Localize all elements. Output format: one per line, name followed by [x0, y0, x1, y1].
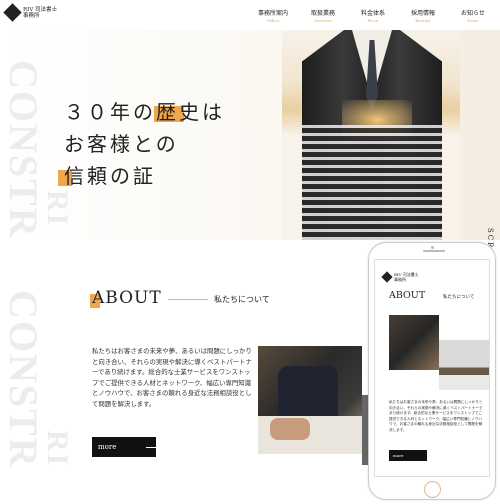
nav-item-recruit[interactable]: 採用情報 Recruit — [398, 8, 448, 23]
about-photo — [258, 346, 362, 454]
phone-photo-1 — [389, 315, 439, 370]
nav-label: 取扱業務 — [310, 10, 335, 17]
phone-logo-line-2: 事務所 — [394, 277, 406, 282]
logo-mark-icon — [3, 3, 22, 22]
phone-about-title-text: ABOUT — [389, 290, 426, 301]
phone-about-body: 私たちはお客さまの未来や夢、あるいは問題にしっかりと向き合い、それらの実現や解決… — [389, 400, 483, 432]
nav-label: お知らせ — [461, 10, 485, 17]
more-label: more — [98, 443, 117, 451]
headline-line-3: 信頼の証 — [64, 164, 156, 188]
nav-label: 料金体系 — [360, 10, 385, 17]
phone-about-title: ABOUT — [388, 290, 426, 301]
nav-item-services[interactable]: 取扱業務 Services — [298, 8, 348, 23]
nav-sublabel: Price — [367, 19, 379, 23]
about-title: ABOUT — [90, 288, 162, 308]
phone-camera-icon — [431, 246, 434, 249]
phone-speaker — [423, 250, 445, 252]
about-bg-word-2: RI — [41, 430, 74, 468]
phone-about-subtitle: 私たちについて — [443, 295, 475, 300]
phone-more-label: more — [393, 453, 404, 458]
nav-sublabel: Services — [314, 19, 332, 23]
about-more-button[interactable]: more — [92, 437, 166, 457]
arrow-right-icon — [146, 447, 166, 448]
nav-item-office[interactable]: 事務所案内 Office — [248, 8, 298, 23]
phone-mockup: RIV 司法書士 事務所 ABOUT 私たちについて 私たちはお客さまの未来や夢… — [368, 242, 496, 500]
hero-photo — [282, 30, 460, 240]
phone-screen: RIV 司法書士 事務所 ABOUT 私たちについて 私たちはお客さまの未来や夢… — [374, 259, 490, 477]
global-nav: 事務所案内 Office 取扱業務 Services 料金体系 Price 採用… — [248, 8, 498, 23]
about-body: 私たちはお客さまの未来や夢、あるいは問題にしっかりと向き合い、それらの実現や解決… — [92, 347, 252, 408]
nav-sublabel: Recruit — [415, 19, 431, 23]
hero-bg-word-2: RI — [41, 190, 74, 228]
nav-item-price[interactable]: 料金体系 Price — [348, 8, 398, 23]
site-logo[interactable]: RIV 司法書士 事務所 — [3, 3, 57, 22]
headline-line-1: ３０年の歴史は — [64, 100, 225, 124]
phone-photo-2 — [439, 340, 489, 390]
logo-mark-icon — [381, 271, 393, 283]
nav-sublabel: Office — [266, 19, 280, 23]
about-subtitle: 私たちについて — [214, 295, 270, 304]
phone-more-button[interactable]: more — [389, 450, 427, 461]
about-divider — [168, 299, 208, 300]
about-title-text: ABOUT — [92, 288, 162, 308]
nav-label: 採用情報 — [410, 10, 435, 17]
nav-label: 事務所案内 — [257, 10, 288, 17]
hero-headline: ３０年の歴史は お客様との 信頼の証 — [58, 96, 225, 192]
phone-home-button[interactable] — [424, 481, 441, 498]
nav-sublabel: News — [467, 19, 479, 23]
logo-line-2: 事務所 — [23, 12, 40, 19]
nav-item-news[interactable]: お知らせ News — [448, 8, 498, 23]
phone-logo-text: RIV 司法書士 事務所 — [394, 272, 419, 282]
logo-text: RIV 司法書士 事務所 — [23, 7, 57, 19]
headline-line-2: お客様との — [64, 132, 179, 156]
phone-logo[interactable]: RIV 司法書士 事務所 — [381, 271, 419, 283]
